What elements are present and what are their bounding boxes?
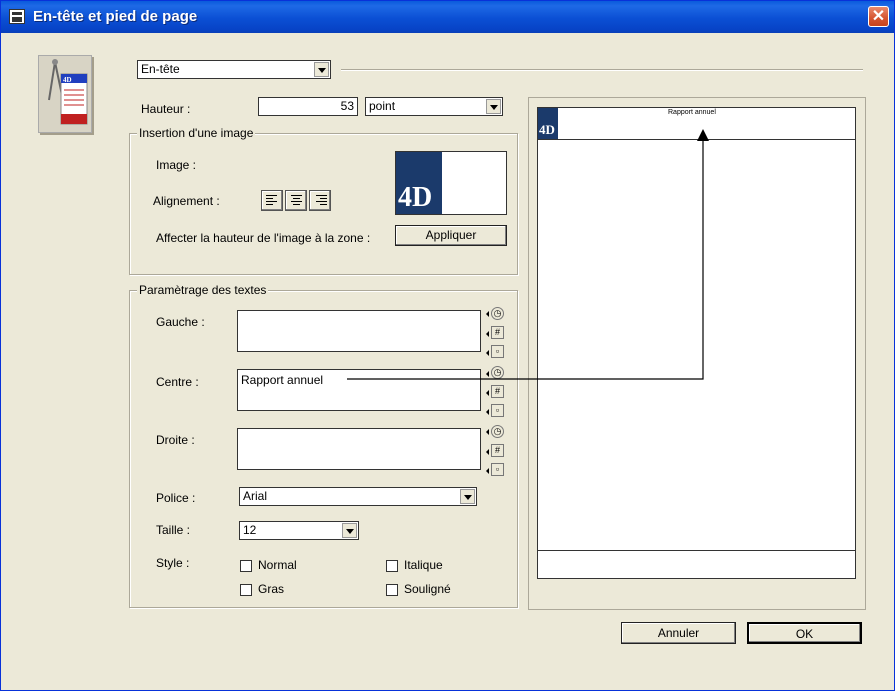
cancel-button[interactable]: Annuler bbox=[621, 622, 736, 644]
ok-button[interactable]: OK bbox=[747, 622, 862, 644]
dialog-window: En-tête et pied de page ✕ 4D En-tête Hau… bbox=[0, 0, 895, 691]
connector-arrow bbox=[347, 129, 709, 380]
